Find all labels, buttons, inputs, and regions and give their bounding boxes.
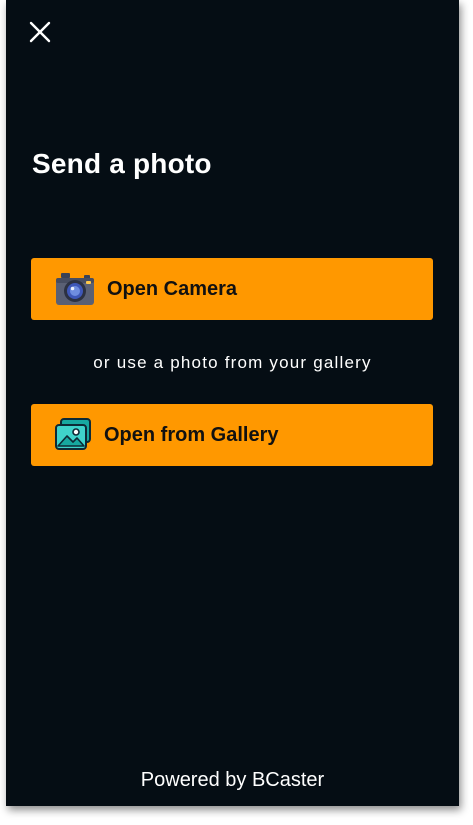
camera-icon xyxy=(55,271,95,307)
open-camera-label: Open Camera xyxy=(107,277,238,300)
page-title: Send a photo xyxy=(32,148,212,179)
gallery-separator-text: or use a photo from your gallery xyxy=(93,353,372,372)
close-button[interactable] xyxy=(24,16,56,48)
close-icon xyxy=(29,21,51,43)
photo-upload-screen: Send a photo Open Camera or use a photo … xyxy=(6,0,459,806)
open-gallery-label: Open from Gallery xyxy=(104,423,279,446)
gallery-icon xyxy=(53,417,93,453)
powered-by-footer: Powered by BCaster xyxy=(140,769,325,791)
open-camera-button[interactable]: Open Camera xyxy=(31,258,433,320)
open-gallery-button[interactable]: Open from Gallery xyxy=(31,404,433,466)
